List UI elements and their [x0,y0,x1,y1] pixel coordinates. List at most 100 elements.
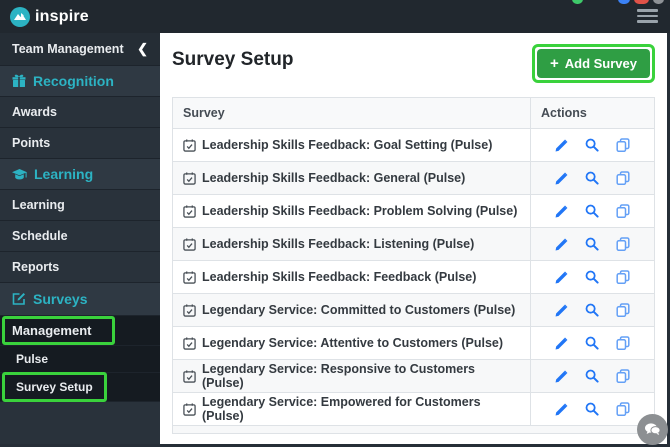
sidebar-item-management[interactable]: Management [0,315,160,345]
column-header-survey: Survey [183,106,225,120]
preview-icon[interactable] [585,204,599,218]
survey-name: Leadership Skills Feedback: Goal Setting… [202,138,493,152]
survey-table: Survey Actions Leadership Skills Feedbac… [172,97,655,433]
page-title: Survey Setup [172,49,294,70]
preview-icon[interactable] [585,336,599,350]
table-row: Legendary Service: Committed to Customer… [173,293,654,326]
sidebar-filler [0,401,160,444]
survey-name: Leadership Skills Feedback: General (Pul… [202,171,466,185]
duplicate-icon[interactable] [616,204,630,218]
table-header-row: Survey Actions [173,98,654,128]
table-row: Leadership Skills Feedback: Problem Solv… [173,194,654,227]
chat-button[interactable] [637,414,668,445]
duplicate-icon[interactable] [616,303,630,317]
calendar-check-icon [183,138,196,152]
edit-icon[interactable] [555,172,568,185]
edit-square-icon [12,292,26,306]
duplicate-icon[interactable] [616,171,630,185]
duplicate-icon[interactable] [616,336,630,350]
preview-icon[interactable] [585,270,599,284]
survey-name: Legendary Service: Empowered for Custome… [202,395,481,423]
edit-icon[interactable] [555,238,568,251]
top-bar: inspire [0,0,670,33]
calendar-check-icon [183,270,196,284]
preview-icon[interactable] [585,171,599,185]
menu-icon[interactable] [637,9,658,26]
graduation-cap-icon [12,168,27,181]
plus-icon: + [549,55,559,72]
add-survey-button[interactable]: + Add Survey [536,49,650,78]
preview-icon[interactable] [585,138,599,152]
duplicate-icon[interactable] [616,237,630,251]
sidebar-section-label: Surveys [33,291,88,307]
survey-name: Leadership Skills Feedback: Feedback (Pu… [202,270,477,284]
add-survey-label: Add Survey [564,56,637,71]
sidebar-section-learning[interactable]: Learning [0,158,160,189]
edit-icon[interactable] [555,205,568,218]
calendar-check-icon [183,204,196,218]
calendar-check-icon [183,369,196,383]
table-row: Leadership Skills Feedback: Listening (P… [173,227,654,260]
gift-icon [12,74,26,88]
column-header-actions: Actions [530,98,654,128]
annotation-box-add-survey: + Add Survey [531,44,655,83]
table-row: Legendary Service: Empowered for Custome… [173,392,654,425]
calendar-check-icon [183,402,196,416]
duplicate-icon[interactable] [616,369,630,383]
chevron-left-icon: ❮ [137,41,148,56]
preview-icon[interactable] [585,369,599,383]
chat-bubble-icon [645,423,661,435]
clipped-gray-icon [653,0,664,4]
sidebar-collapse-toggle[interactable]: Team Management ❮ [0,33,160,65]
duplicate-icon[interactable] [616,138,630,152]
survey-name: Legendary Service: Responsive to Custome… [202,362,476,390]
calendar-check-icon [183,171,196,185]
inspire-logo-icon [10,6,30,27]
edit-icon[interactable] [555,403,568,416]
sidebar-item-label: Schedule [12,229,68,243]
sidebar-item-label: Learning [12,198,65,212]
duplicate-icon[interactable] [616,402,630,416]
clipped-table-row [173,425,654,433]
edit-icon[interactable] [555,271,568,284]
sidebar-item-awards[interactable]: Awards [0,96,160,127]
survey-name: Legendary Service: Attentive to Customer… [202,336,504,350]
edit-icon[interactable] [555,304,568,317]
sidebar-item-schedule[interactable]: Schedule [0,220,160,251]
clipped-red-icon [634,0,649,4]
preview-icon[interactable] [585,402,599,416]
sidebar-item-reports[interactable]: Reports [0,251,160,282]
clipped-blue-icon [618,0,630,4]
sidebar-section-surveys[interactable]: Surveys [0,282,160,315]
survey-name: Leadership Skills Feedback: Problem Solv… [202,204,518,218]
sidebar: Team Management ❮ Recognition Awards Poi… [0,33,160,444]
sidebar-section-recognition[interactable]: Recognition [0,65,160,96]
clipped-green-icon [572,0,583,4]
table-row: Legendary Service: Attentive to Customer… [173,326,654,359]
edit-icon[interactable] [555,139,568,152]
edit-icon[interactable] [555,370,568,383]
brand-name: inspire [35,7,89,25]
sidebar-section-label: Learning [34,166,94,182]
sidebar-item-label: Points [12,136,51,150]
table-row: Leadership Skills Feedback: Feedback (Pu… [173,260,654,293]
app-window: inspire Team Management ❮ Recognition Aw… [0,0,670,447]
table-row: Leadership Skills Feedback: General (Pul… [173,161,654,194]
sidebar-item-survey-setup[interactable]: Survey Setup [0,372,160,402]
brand-logo[interactable]: inspire [10,6,89,27]
main-content: Survey Setup + Add Survey Survey Actions… [160,33,667,444]
sidebar-item-label: Management [12,323,92,338]
calendar-check-icon [183,336,196,350]
sidebar-item-pulse[interactable]: Pulse [0,345,160,372]
edit-icon[interactable] [555,337,568,350]
duplicate-icon[interactable] [616,270,630,284]
sidebar-item-label: Pulse [16,352,49,366]
sidebar-item-learning[interactable]: Learning [0,189,160,220]
survey-name: Legendary Service: Committed to Customer… [202,303,516,317]
sidebar-item-label: Reports [12,260,60,274]
calendar-check-icon [183,303,196,317]
table-row: Leadership Skills Feedback: Goal Setting… [173,128,654,161]
preview-icon[interactable] [585,303,599,317]
sidebar-item-points[interactable]: Points [0,127,160,158]
preview-icon[interactable] [585,237,599,251]
